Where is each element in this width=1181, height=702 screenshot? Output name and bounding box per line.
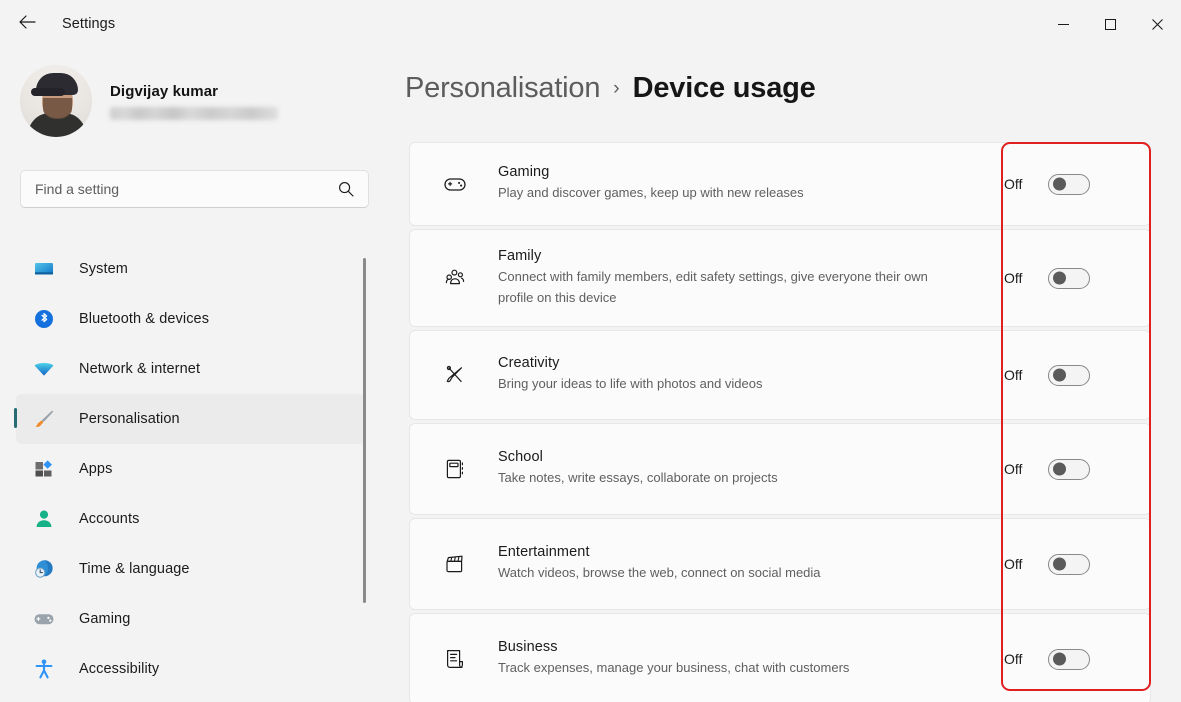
row-description: Play and discover games, keep up with ne… <box>498 183 954 203</box>
sidebar-item-personalisation[interactable]: Personalisation <box>16 394 365 444</box>
row-title: Gaming <box>498 164 954 180</box>
row-title: School <box>498 449 954 465</box>
device-usage-row-family[interactable]: Family Connect with family members, edit… <box>409 229 1151 327</box>
main-content: Personalisation › Device usage Gaming Pl… <box>385 48 1181 702</box>
sidebar-nav: System Bluetooth & devices Network <box>0 244 385 702</box>
wifi-icon <box>32 357 56 381</box>
sidebar-item-gaming[interactable]: Gaming <box>16 594 365 644</box>
device-usage-list: Gaming Play and discover games, keep up … <box>409 142 1151 702</box>
search-input[interactable] <box>21 181 338 197</box>
person-icon <box>32 507 56 531</box>
people-group-icon <box>441 264 469 292</box>
row-title: Business <box>498 639 954 655</box>
minimize-button[interactable] <box>1040 0 1087 48</box>
sidebar-item-label: Gaming <box>79 611 130 627</box>
sidebar: Digvijay kumar System <box>0 48 385 702</box>
device-usage-row-school[interactable]: School Take notes, write essays, collabo… <box>409 423 1151 515</box>
sidebar-item-label: Accounts <box>79 511 139 527</box>
back-arrow-icon <box>19 15 36 34</box>
school-toggle[interactable] <box>1048 459 1090 480</box>
toggle-state-label: Off <box>1004 461 1034 477</box>
sidebar-item-label: Personalisation <box>79 411 180 427</box>
row-title: Entertainment <box>498 544 954 560</box>
device-usage-row-creativity[interactable]: Creativity Bring your ideas to life with… <box>409 330 1151 420</box>
entertainment-toggle[interactable] <box>1048 554 1090 575</box>
back-button[interactable] <box>10 7 44 41</box>
row-title: Creativity <box>498 355 954 371</box>
paintbrush-icon <box>32 407 56 431</box>
device-usage-row-gaming[interactable]: Gaming Play and discover games, keep up … <box>409 142 1151 226</box>
row-description: Track expenses, manage your business, ch… <box>498 658 954 678</box>
notebook-icon <box>441 455 469 483</box>
sidebar-item-time-language[interactable]: Time & language <box>16 544 365 594</box>
bluetooth-icon <box>32 307 56 331</box>
app-title: Settings <box>62 16 115 32</box>
row-description: Watch videos, browse the web, connect on… <box>498 563 954 583</box>
search-icon <box>338 181 354 197</box>
sidebar-item-apps[interactable]: Apps <box>16 444 365 494</box>
device-usage-row-entertainment[interactable]: Entertainment Watch videos, browse the w… <box>409 518 1151 610</box>
profile-email-redacted <box>110 107 278 120</box>
apps-icon <box>32 457 56 481</box>
accessibility-icon <box>32 657 56 681</box>
gaming-toggle[interactable] <box>1048 174 1090 195</box>
sidebar-item-label: Accessibility <box>79 661 159 677</box>
business-toggle[interactable] <box>1048 649 1090 670</box>
toggle-state-label: Off <box>1004 651 1034 667</box>
sidebar-item-accessibility[interactable]: Accessibility <box>16 644 365 694</box>
creativity-toggle[interactable] <box>1048 365 1090 386</box>
clock-globe-icon <box>32 557 56 581</box>
window-controls <box>1040 0 1181 48</box>
receipt-icon <box>441 645 469 673</box>
maximize-button[interactable] <box>1087 0 1134 48</box>
clapperboard-icon <box>441 550 469 578</box>
row-description: Take notes, write essays, collaborate on… <box>498 468 954 488</box>
gamepad-outline-icon <box>441 170 469 198</box>
breadcrumb-parent-link[interactable]: Personalisation <box>405 72 600 105</box>
toggle-state-label: Off <box>1004 270 1034 286</box>
sidebar-item-system[interactable]: System <box>16 244 365 294</box>
close-button[interactable] <box>1134 0 1181 48</box>
gamepad-icon <box>32 607 56 631</box>
toggle-state-label: Off <box>1004 176 1034 192</box>
sidebar-item-label: Bluetooth & devices <box>79 311 209 327</box>
chevron-right-icon: › <box>613 78 619 100</box>
page-title: Device usage <box>633 72 816 105</box>
monitor-icon <box>32 257 56 281</box>
sidebar-scrollbar[interactable] <box>363 248 366 658</box>
family-toggle[interactable] <box>1048 268 1090 289</box>
pen-brush-icon <box>441 361 469 389</box>
row-description: Connect with family members, edit safety… <box>498 267 954 307</box>
avatar <box>20 65 92 137</box>
sidebar-item-network-internet[interactable]: Network & internet <box>16 344 365 394</box>
sidebar-item-label: Time & language <box>79 561 190 577</box>
device-usage-row-business[interactable]: Business Track expenses, manage your bus… <box>409 613 1151 702</box>
breadcrumb: Personalisation › Device usage <box>405 72 1181 105</box>
sidebar-item-label: Apps <box>79 461 112 477</box>
sidebar-item-label: System <box>79 261 128 277</box>
title-bar: Settings <box>0 0 1181 48</box>
sidebar-scrollbar-thumb[interactable] <box>363 258 366 603</box>
row-title: Family <box>498 248 954 264</box>
profile-name: Digvijay kumar <box>110 83 278 100</box>
row-description: Bring your ideas to life with photos and… <box>498 374 954 394</box>
toggle-state-label: Off <box>1004 367 1034 383</box>
sidebar-item-accounts[interactable]: Accounts <box>16 494 365 544</box>
sidebar-item-label: Network & internet <box>79 361 200 377</box>
sidebar-item-bluetooth-devices[interactable]: Bluetooth & devices <box>16 294 365 344</box>
search-box[interactable] <box>20 170 369 208</box>
user-profile[interactable]: Digvijay kumar <box>20 65 385 137</box>
toggle-state-label: Off <box>1004 556 1034 572</box>
